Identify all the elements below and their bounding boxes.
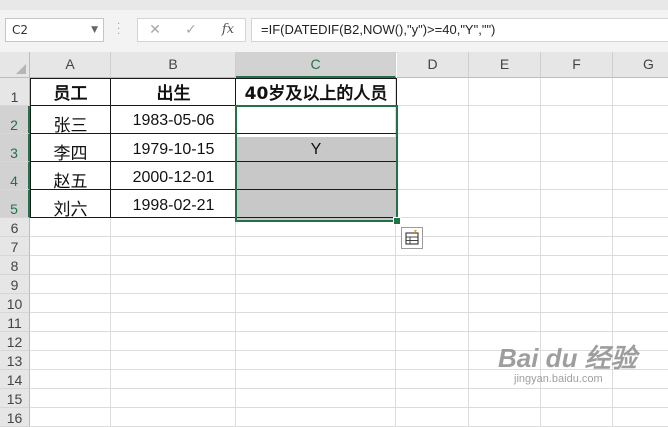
row-header-label: 9 [10,277,19,293]
formula-buttons: ✕ ✓ fx [137,18,246,42]
cell-birth[interactable]: 1983-05-06 [111,112,236,130]
gridline [30,312,668,313]
row-header-label: 1 [10,89,19,105]
row-header-label: 11 [7,315,22,331]
row-header-label: 8 [10,258,19,274]
row-header-label: 7 [10,239,19,255]
header-employee[interactable]: 员工 [30,79,111,104]
row-header-12[interactable]: 12 [0,332,30,351]
cell-name[interactable]: 刘六 [30,195,111,220]
cell-name[interactable]: 赵五 [30,167,111,192]
row-header-6[interactable]: 6 [0,218,30,237]
row-header-label: 3 [10,145,18,161]
row-header-label: 6 [10,220,19,236]
watermark-logo: Bai du 经验 [498,343,637,373]
column-header-b[interactable]: B [111,52,236,78]
cell-birth[interactable]: 1979-10-15 [111,141,236,159]
column-header-f[interactable]: F [541,52,613,78]
cell-name[interactable]: 李四 [30,139,111,164]
column-header-d[interactable]: D [397,52,469,78]
gridline [30,331,668,332]
row-header-9[interactable]: 9 [0,275,30,294]
chevron-down-icon[interactable]: ▼ [91,19,98,41]
row-header-label: 10 [6,296,23,312]
column-header-c[interactable]: C [236,52,396,78]
formula-input[interactable]: =IF(DATEDIF(B2,NOW(),"y")>=40,"Y","") [251,18,668,42]
row-header-14[interactable]: 14 [0,370,30,389]
name-box-value: C2 [12,23,29,37]
row-header-label: 14 [6,372,23,388]
cell-birth[interactable]: 2000-12-01 [111,169,236,187]
gridline [30,236,668,237]
row-header-15[interactable]: 15 [0,389,30,408]
gridline [30,274,668,275]
row-header-label: 5 [10,201,18,217]
cancel-icon[interactable]: ✕ [143,20,167,40]
cell-birth[interactable]: 1998-02-21 [111,197,236,215]
insert-function-icon[interactable]: fx [216,20,240,40]
drag-handle-icon[interactable]: · · · [117,20,121,40]
header-birth[interactable]: 出生 [111,79,236,104]
select-all-button[interactable] [0,52,30,78]
row-header-10[interactable]: 10 [0,294,30,313]
cell-name[interactable]: 张三 [30,111,111,136]
row-header-label: 4 [10,173,18,189]
row-header-label: 16 [6,410,23,426]
row-header-3[interactable]: 3 [0,134,30,162]
row-header-5[interactable]: 5 [0,190,30,218]
selection-range[interactable] [235,105,398,222]
gridline [30,293,668,294]
ribbon-edge [0,0,668,10]
gridline [30,388,668,389]
row-header-label: 15 [6,391,23,407]
row-header-label: 12 [6,334,23,350]
formula-bar: C2 ▼ · · · ✕ ✓ fx =IF(DATEDIF(B2,NOW(),"y"… [0,10,668,53]
row-header-8[interactable]: 8 [0,256,30,275]
row-header-2[interactable]: 2 [0,106,30,134]
quick-analysis-button[interactable] [401,227,423,249]
row-header-1[interactable]: 1 [0,78,30,106]
watermark: Bai du 经验 jingyan.baidu.com [498,338,637,385]
row-header-label: 13 [6,353,23,369]
gridline [30,255,668,256]
row-header-label: 2 [10,117,18,133]
quick-analysis-icon [405,230,419,245]
row-header-13[interactable]: 13 [0,351,30,370]
row-header-16[interactable]: 16 [0,408,30,427]
column-header-a[interactable]: A [30,52,111,78]
row-header-7[interactable]: 7 [0,237,30,256]
gridline [468,78,469,427]
enter-icon[interactable]: ✓ [179,20,203,40]
name-box[interactable]: C2 ▼ [5,18,104,42]
row-header-4[interactable]: 4 [0,162,30,190]
select-all-icon [16,64,26,74]
column-header-e[interactable]: E [469,52,541,78]
header-over-40[interactable]: 40岁及以上的人员 [236,79,396,104]
fill-handle[interactable] [393,217,401,225]
column-header-g[interactable]: G [613,52,668,78]
row-header-11[interactable]: 11 [0,313,30,332]
